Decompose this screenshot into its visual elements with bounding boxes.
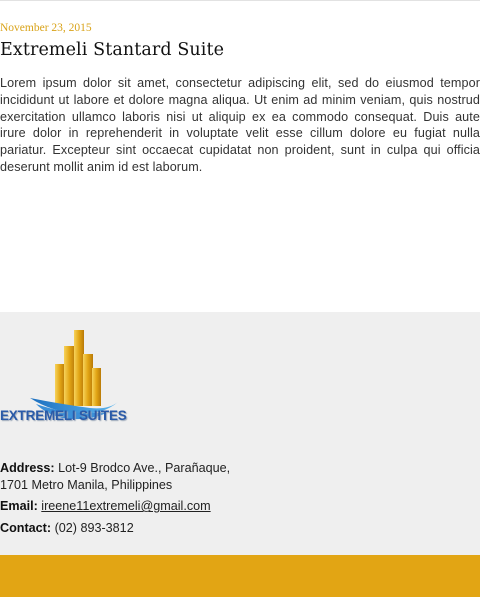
address-row: Address: Lot-9 Brodco Ave., Parañaque, (0, 460, 230, 477)
address-line2: 1701 Metro Manila, Philippines (0, 477, 173, 492)
contact-label: Contact: (0, 520, 52, 535)
address-label: Address: (0, 461, 55, 475)
top-divider (0, 0, 480, 1)
contact-number: (02) 893-3812 (54, 520, 134, 535)
email-row: Email: ireene11extremeli@gmail.com (0, 498, 230, 515)
logo-text: EXTREMELI SUITES (0, 408, 127, 423)
email-label: Email: (0, 499, 38, 514)
address-line1: Lot-9 Brodco Ave., Parañaque, (58, 461, 231, 475)
footer: EXTREMELI SUITES Address: Lot-9 Brodco A… (0, 312, 480, 555)
post-date: November 23, 2015 (0, 22, 92, 34)
post: November 23, 2015 Extremeli Stantard Sui… (0, 20, 480, 176)
bottom-bar (0, 555, 480, 597)
contact-info: Address: Lot-9 Brodco Ave., Parañaque, 1… (0, 460, 230, 536)
post-body: Lorem ipsum dolor sit amet, consectetur … (0, 76, 480, 174)
contact-row: Contact: (02) 893-3812 (0, 520, 230, 537)
post-title[interactable]: Extremeli Stantard Suite (0, 38, 480, 62)
email-link[interactable]: ireene11extremeli@gmail.com (41, 499, 210, 513)
